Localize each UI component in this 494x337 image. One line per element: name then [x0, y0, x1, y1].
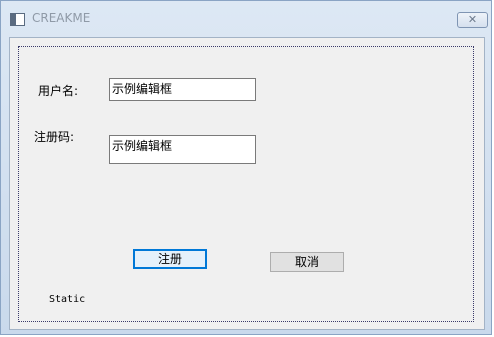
- username-input[interactable]: 示例编辑框: [109, 78, 256, 101]
- regcode-input[interactable]: 示例编辑框: [109, 135, 256, 164]
- username-label: 用户名:: [38, 84, 79, 98]
- static-text: Static: [49, 294, 86, 305]
- regcode-label: 注册码:: [34, 130, 75, 144]
- crackme-window: CREAKME ✕ 用户名: 示例编辑框 注册码: 示例编辑框 注册 取消 St…: [0, 0, 492, 335]
- close-button[interactable]: ✕: [457, 12, 488, 28]
- close-icon: ✕: [467, 13, 478, 26]
- dialog-client-area: 用户名: 示例编辑框 注册码: 示例编辑框 注册 取消 Static: [9, 37, 485, 330]
- register-button[interactable]: 注册: [133, 249, 207, 269]
- title-bar[interactable]: CREAKME ✕: [1, 1, 491, 37]
- window-title: CREAKME: [32, 11, 91, 25]
- window-app-icon: [10, 13, 25, 26]
- cancel-button[interactable]: 取消: [270, 252, 344, 272]
